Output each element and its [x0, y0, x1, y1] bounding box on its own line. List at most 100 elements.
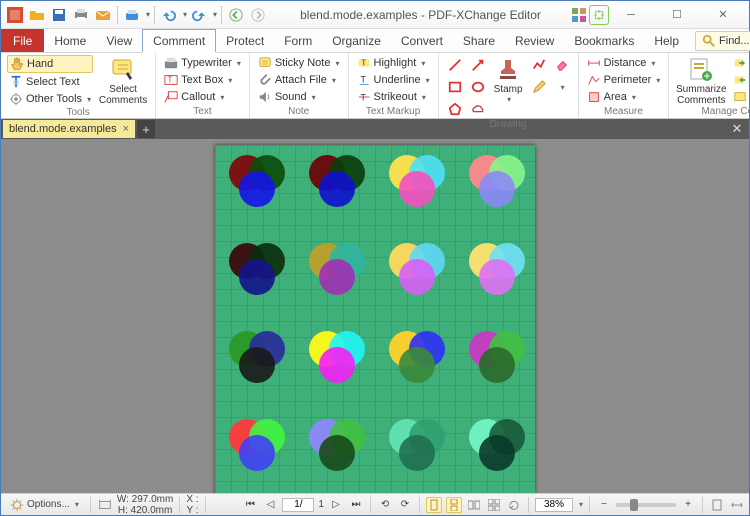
- attach-file-tool[interactable]: Attach File▾: [256, 72, 342, 88]
- blend-cell: [463, 237, 535, 309]
- ui-opts-icon[interactable]: [569, 5, 589, 25]
- prev-page-icon[interactable]: ◁: [262, 497, 278, 513]
- polyline-tool[interactable]: [529, 55, 549, 75]
- show-comments[interactable]: Show▾: [731, 89, 750, 105]
- sound-tool[interactable]: Sound▾: [256, 89, 342, 105]
- area-tool[interactable]: Area▾: [585, 89, 663, 105]
- select-comments-tool[interactable]: Select Comments: [97, 55, 149, 106]
- export-comments[interactable]: Export: [731, 72, 750, 88]
- status-bar: Options...▾ W: 297.0mm H: 420.0mm X :Y :…: [1, 493, 749, 515]
- nav-fwd2-icon[interactable]: ⟳: [397, 497, 413, 513]
- perimeter-tool[interactable]: Perimeter▾: [585, 72, 663, 88]
- typewriter-tool[interactable]: Typewriter▾: [162, 55, 243, 71]
- polygon-tool[interactable]: [445, 99, 465, 119]
- summarize-comments[interactable]: Summarize Comments: [675, 55, 727, 106]
- title-bar: ▾ ▾ ▾ blend.mode.examples - PDF-XChange …: [1, 1, 749, 29]
- zoom-dropdown[interactable]: ▾: [579, 500, 583, 509]
- nav-fwd-icon[interactable]: [248, 5, 268, 25]
- redo-icon[interactable]: [189, 5, 209, 25]
- line-tool[interactable]: [445, 55, 465, 75]
- menu-view[interactable]: View: [96, 29, 142, 52]
- save-icon[interactable]: [49, 5, 69, 25]
- next-page-icon[interactable]: ▷: [328, 497, 344, 513]
- menu-comment[interactable]: Comment: [142, 29, 216, 53]
- layout-cont-icon[interactable]: [446, 497, 462, 513]
- blend-cell: [303, 413, 375, 485]
- first-page-icon[interactable]: ⏮: [242, 497, 258, 513]
- ribbon: Hand Select Text Other Tools▾ Select Com…: [1, 53, 749, 119]
- window-buttons: ─ ☐ ✕: [609, 5, 749, 25]
- rect-tool[interactable]: [445, 77, 465, 97]
- zoom-slider[interactable]: [616, 503, 676, 507]
- blend-cell: [463, 325, 535, 397]
- fit-page-icon[interactable]: [709, 497, 725, 513]
- zoom-in-icon[interactable]: +: [680, 497, 696, 513]
- nav-back-icon[interactable]: [226, 5, 246, 25]
- dims-icon[interactable]: [97, 497, 113, 513]
- blend-cell: [383, 325, 455, 397]
- fit-width-icon[interactable]: [729, 497, 745, 513]
- group-manage: Summarize Comments Import Export Show▾ M…: [669, 53, 750, 118]
- eraser-tool[interactable]: [552, 55, 572, 75]
- document-viewport[interactable]: [1, 139, 749, 493]
- menu-protect[interactable]: Protect: [216, 29, 274, 52]
- print-icon[interactable]: [71, 5, 91, 25]
- email-icon[interactable]: [93, 5, 113, 25]
- minimize-button[interactable]: ─: [609, 5, 653, 25]
- hand-tool[interactable]: Hand: [7, 55, 93, 73]
- strikeout-tool[interactable]: TStrikeout▾: [355, 89, 432, 105]
- menu-file[interactable]: File: [1, 29, 44, 52]
- oval-tool[interactable]: [468, 77, 488, 97]
- document-tab[interactable]: blend.mode.examples ×: [3, 120, 135, 138]
- open-icon[interactable]: [27, 5, 47, 25]
- undo-dropdown[interactable]: ▾: [183, 10, 187, 19]
- menu-bar: File Home View Comment Protect Form Orga…: [1, 29, 749, 53]
- tabstrip-close-icon[interactable]: ✕: [727, 120, 747, 138]
- menu-share[interactable]: Share: [453, 29, 505, 52]
- rotate-view-icon[interactable]: [506, 497, 522, 513]
- find-button[interactable]: Find...: [695, 31, 750, 51]
- layout-facing-cont-icon[interactable]: [486, 497, 502, 513]
- scan-icon[interactable]: [122, 5, 142, 25]
- pencil-tool[interactable]: [529, 77, 549, 97]
- menu-bookmarks[interactable]: Bookmarks: [564, 29, 644, 52]
- menu-convert[interactable]: Convert: [391, 29, 453, 52]
- tab-close-icon[interactable]: ×: [123, 123, 129, 135]
- zoom-input[interactable]: [535, 498, 573, 512]
- nav-back2-icon[interactable]: ⟲: [377, 497, 393, 513]
- page-input[interactable]: [282, 498, 314, 512]
- import-comments[interactable]: Import: [731, 55, 750, 71]
- select-text-tool[interactable]: Select Text: [7, 74, 93, 90]
- highlight-tool[interactable]: THighlight▾: [355, 55, 432, 71]
- layout-facing-icon[interactable]: [466, 497, 482, 513]
- options-button[interactable]: Options...▾: [5, 496, 84, 514]
- redo-dropdown[interactable]: ▾: [213, 10, 217, 19]
- menu-form[interactable]: Form: [274, 29, 322, 52]
- cloud-tool[interactable]: [468, 99, 488, 119]
- add-tab-button[interactable]: +: [137, 120, 155, 138]
- blend-cell: [463, 149, 535, 221]
- zoom-out-icon[interactable]: −: [596, 497, 612, 513]
- blend-cell: [223, 413, 295, 485]
- distance-tool[interactable]: Distance▾: [585, 55, 663, 71]
- scan-dropdown[interactable]: ▾: [146, 10, 150, 19]
- callout-tool[interactable]: Callout▾: [162, 89, 243, 105]
- close-button[interactable]: ✕: [701, 5, 745, 25]
- last-page-icon[interactable]: ⏭: [348, 497, 364, 513]
- launch-icon[interactable]: [589, 5, 609, 25]
- menu-home[interactable]: Home: [44, 29, 96, 52]
- arrow-tool[interactable]: [468, 55, 488, 75]
- menu-help[interactable]: Help: [644, 29, 689, 52]
- other-tools[interactable]: Other Tools▾: [7, 91, 93, 107]
- menu-organize[interactable]: Organize: [322, 29, 391, 52]
- menu-review[interactable]: Review: [505, 29, 564, 52]
- undo-icon[interactable]: [159, 5, 179, 25]
- maximize-button[interactable]: ☐: [655, 5, 699, 25]
- cursor-xy: X :Y :: [186, 495, 198, 515]
- textbox-tool[interactable]: TText Box▾: [162, 72, 243, 88]
- sticky-note-tool[interactable]: Sticky Note▾: [256, 55, 342, 71]
- stamp-tool[interactable]: Stamp▾: [492, 55, 525, 104]
- layout-single-icon[interactable]: [426, 497, 442, 513]
- underline-tool[interactable]: TUnderline▾: [355, 72, 432, 88]
- pencil-dd[interactable]: ▾: [552, 77, 572, 97]
